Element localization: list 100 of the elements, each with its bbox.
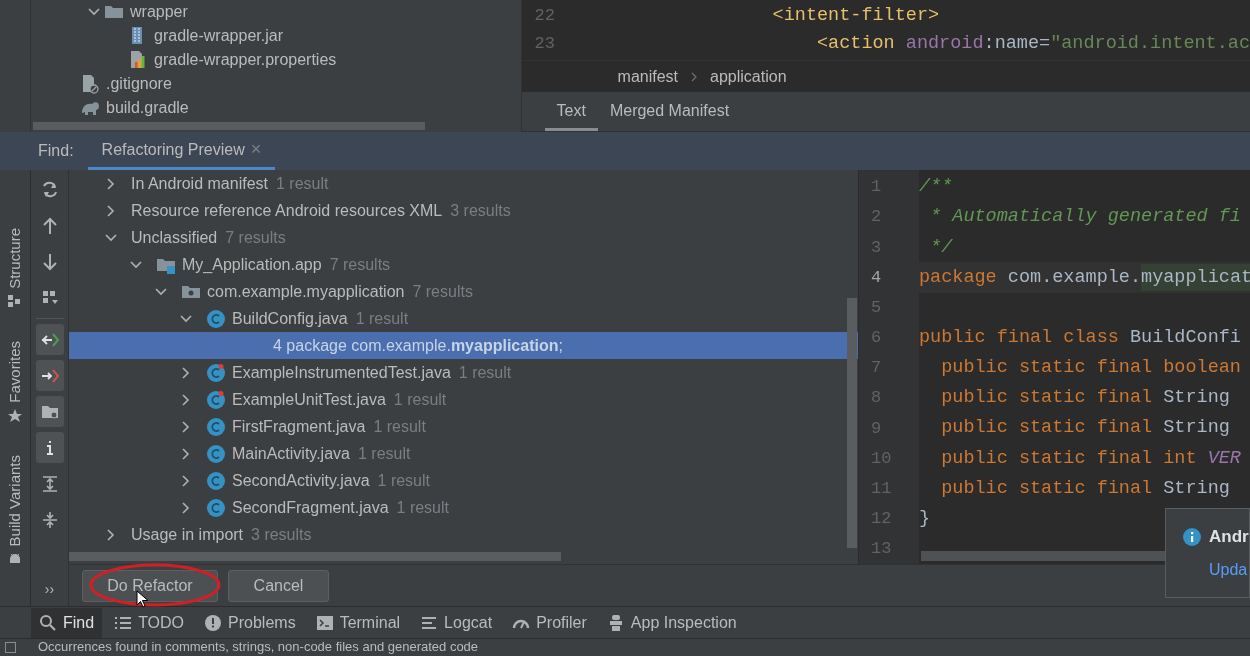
chevron-right-icon: [180, 366, 192, 379]
code-token: android: [905, 32, 984, 57]
code-token: "android.intent.ac: [1050, 32, 1250, 57]
code-token: public static final boolean: [940, 356, 1241, 381]
search-icon: [39, 613, 57, 632]
toolbar-button[interactable]: [35, 324, 64, 355]
tree-row[interactable]: wrapper: [31, 0, 521, 24]
toolbar-button[interactable]: [35, 396, 64, 427]
file-name[interactable]: wrapper: [130, 0, 188, 24]
code-token: String: [1163, 476, 1230, 501]
scrollbar[interactable]: [33, 122, 425, 130]
tree-row[interactable]: 4 package com.example.myapplication;: [69, 332, 858, 359]
code-token: /**: [919, 175, 953, 200]
tree-row[interactable]: SecondFragment.java 1 result: [69, 494, 858, 521]
tree-row[interactable]: Resource reference Android resources XML 3 results: [69, 197, 858, 224]
editor-tab[interactable]: Merged Manifest: [597, 93, 742, 131]
chevron-right-icon: [180, 420, 192, 433]
status-icon: [5, 642, 16, 653]
file-name[interactable]: gradle-wrapper.properties: [154, 48, 337, 72]
chevron-down-icon: [180, 312, 192, 325]
class-icon: [206, 470, 226, 491]
file-name[interactable]: .gitignore: [106, 72, 172, 96]
scrollbar[interactable]: [847, 298, 857, 548]
class-icon: [206, 497, 226, 518]
dialog-button[interactable]: Do Refactor: [82, 569, 218, 602]
tree-row[interactable]: Unclassified 7 results: [69, 224, 858, 251]
chevron-right-icon: [105, 528, 117, 541]
info-icon: [45, 440, 54, 455]
tree-row[interactable]: ExampleUnitTest.java 1 result: [69, 386, 858, 413]
toolbar-button[interactable]: [35, 432, 64, 463]
chevron-down-icon: [88, 6, 100, 18]
tree-row[interactable]: ExampleInstrumentedTest.java 1 result: [69, 359, 858, 386]
terminal-icon: [315, 613, 334, 632]
code-token: * Automatically generated fi: [929, 205, 1241, 230]
tree-row[interactable]: com.example.myapplication 7 results: [69, 278, 858, 305]
ignored-file-icon: [80, 74, 100, 94]
code-token: */: [929, 235, 953, 260]
code-token: public static final: [940, 386, 1154, 411]
side-tab[interactable]: Build Variants: [3, 454, 27, 546]
code-token: com.example.: [1007, 265, 1142, 290]
properties-file-icon: [128, 50, 148, 70]
code-token: BuildConfi: [1129, 326, 1241, 350]
tree-row[interactable]: In Android manifest 1 result: [69, 170, 858, 197]
breadcrumb-item[interactable]: manifest: [617, 64, 679, 89]
status-text: Occurrences found in comments, strings, non-code files and generated code: [38, 639, 479, 655]
code-token: public static final int: [940, 446, 1198, 471]
file-name[interactable]: gradle-wrapper.jar: [154, 24, 283, 48]
tool-window-tab[interactable]: Logcat: [412, 607, 501, 638]
tool-window-tab[interactable]: TODO: [106, 607, 193, 638]
tree-row[interactable]: FirstFragment.java 1 result: [69, 413, 858, 440]
side-tab[interactable]: Structure: [3, 228, 27, 289]
tree-row[interactable]: Usage in import 3 results: [69, 521, 858, 548]
dialog-button[interactable]: Cancel: [228, 569, 329, 602]
class-icon: [206, 416, 226, 437]
chevron-right-icon: [105, 204, 117, 217]
notification-link[interactable]: Upda: [1209, 557, 1249, 582]
star-icon: [8, 408, 22, 423]
line-number: 23: [533, 33, 556, 56]
code-token: }: [919, 506, 931, 531]
tool-window-tab[interactable]: Profiler: [504, 607, 595, 638]
tree-row[interactable]: SecondActivity.java 1 result: [69, 467, 858, 494]
scrollbar[interactable]: [69, 552, 561, 561]
chevron-right-icon: [180, 447, 192, 460]
code-token: myapplicat: [1141, 263, 1250, 292]
panel-label: Find:: [38, 141, 74, 161]
tool-window-tab[interactable]: Find: [31, 607, 103, 638]
code-token: public static final: [940, 416, 1154, 441]
chevron-right-icon: [105, 177, 117, 190]
chevron-down-icon: [130, 258, 142, 271]
chevron-right-icon: [690, 71, 699, 82]
code-token: public final class: [919, 326, 1120, 350]
code-token: :name=: [983, 32, 1051, 57]
mouse-pointer-icon: [136, 590, 150, 608]
class-icon: [206, 443, 226, 464]
tool-window-tab[interactable]: App Inspection: [598, 607, 745, 638]
file-name[interactable]: build.gradle: [106, 96, 189, 120]
side-tab[interactable]: Favorites: [3, 340, 27, 403]
grid-icon: [8, 294, 22, 309]
tool-window-tab[interactable]: Problems: [196, 607, 304, 638]
android-icon: [8, 552, 22, 566]
code-token: <intent-filter>: [771, 4, 940, 29]
class-icon: [206, 308, 226, 329]
tree-row[interactable]: MainActivity.java 1 result: [69, 440, 858, 467]
chevron-down-icon: [105, 231, 117, 244]
code-token: package: [919, 265, 998, 290]
notification-title: Andr: [1209, 526, 1249, 548]
panel-tab[interactable]: Refactoring Preview ×: [87, 132, 276, 170]
breadcrumb-item[interactable]: application: [710, 64, 787, 89]
tree-row[interactable]: My_Application.app 7 results: [69, 251, 858, 278]
code-token: String: [1163, 386, 1230, 411]
test-class-icon: [206, 362, 226, 383]
more-button[interactable]: ››: [44, 579, 55, 600]
toolbar-button[interactable]: [35, 360, 64, 391]
tree-row[interactable]: BuildConfig.java 1 result: [69, 305, 858, 332]
info-icon: [1183, 527, 1201, 546]
alert-icon: [204, 613, 223, 632]
line-number: 4: [870, 266, 883, 289]
tool-window-tab[interactable]: Terminal: [307, 607, 409, 638]
code-token: VER: [1207, 446, 1241, 471]
chevron-right-icon: [180, 474, 192, 487]
